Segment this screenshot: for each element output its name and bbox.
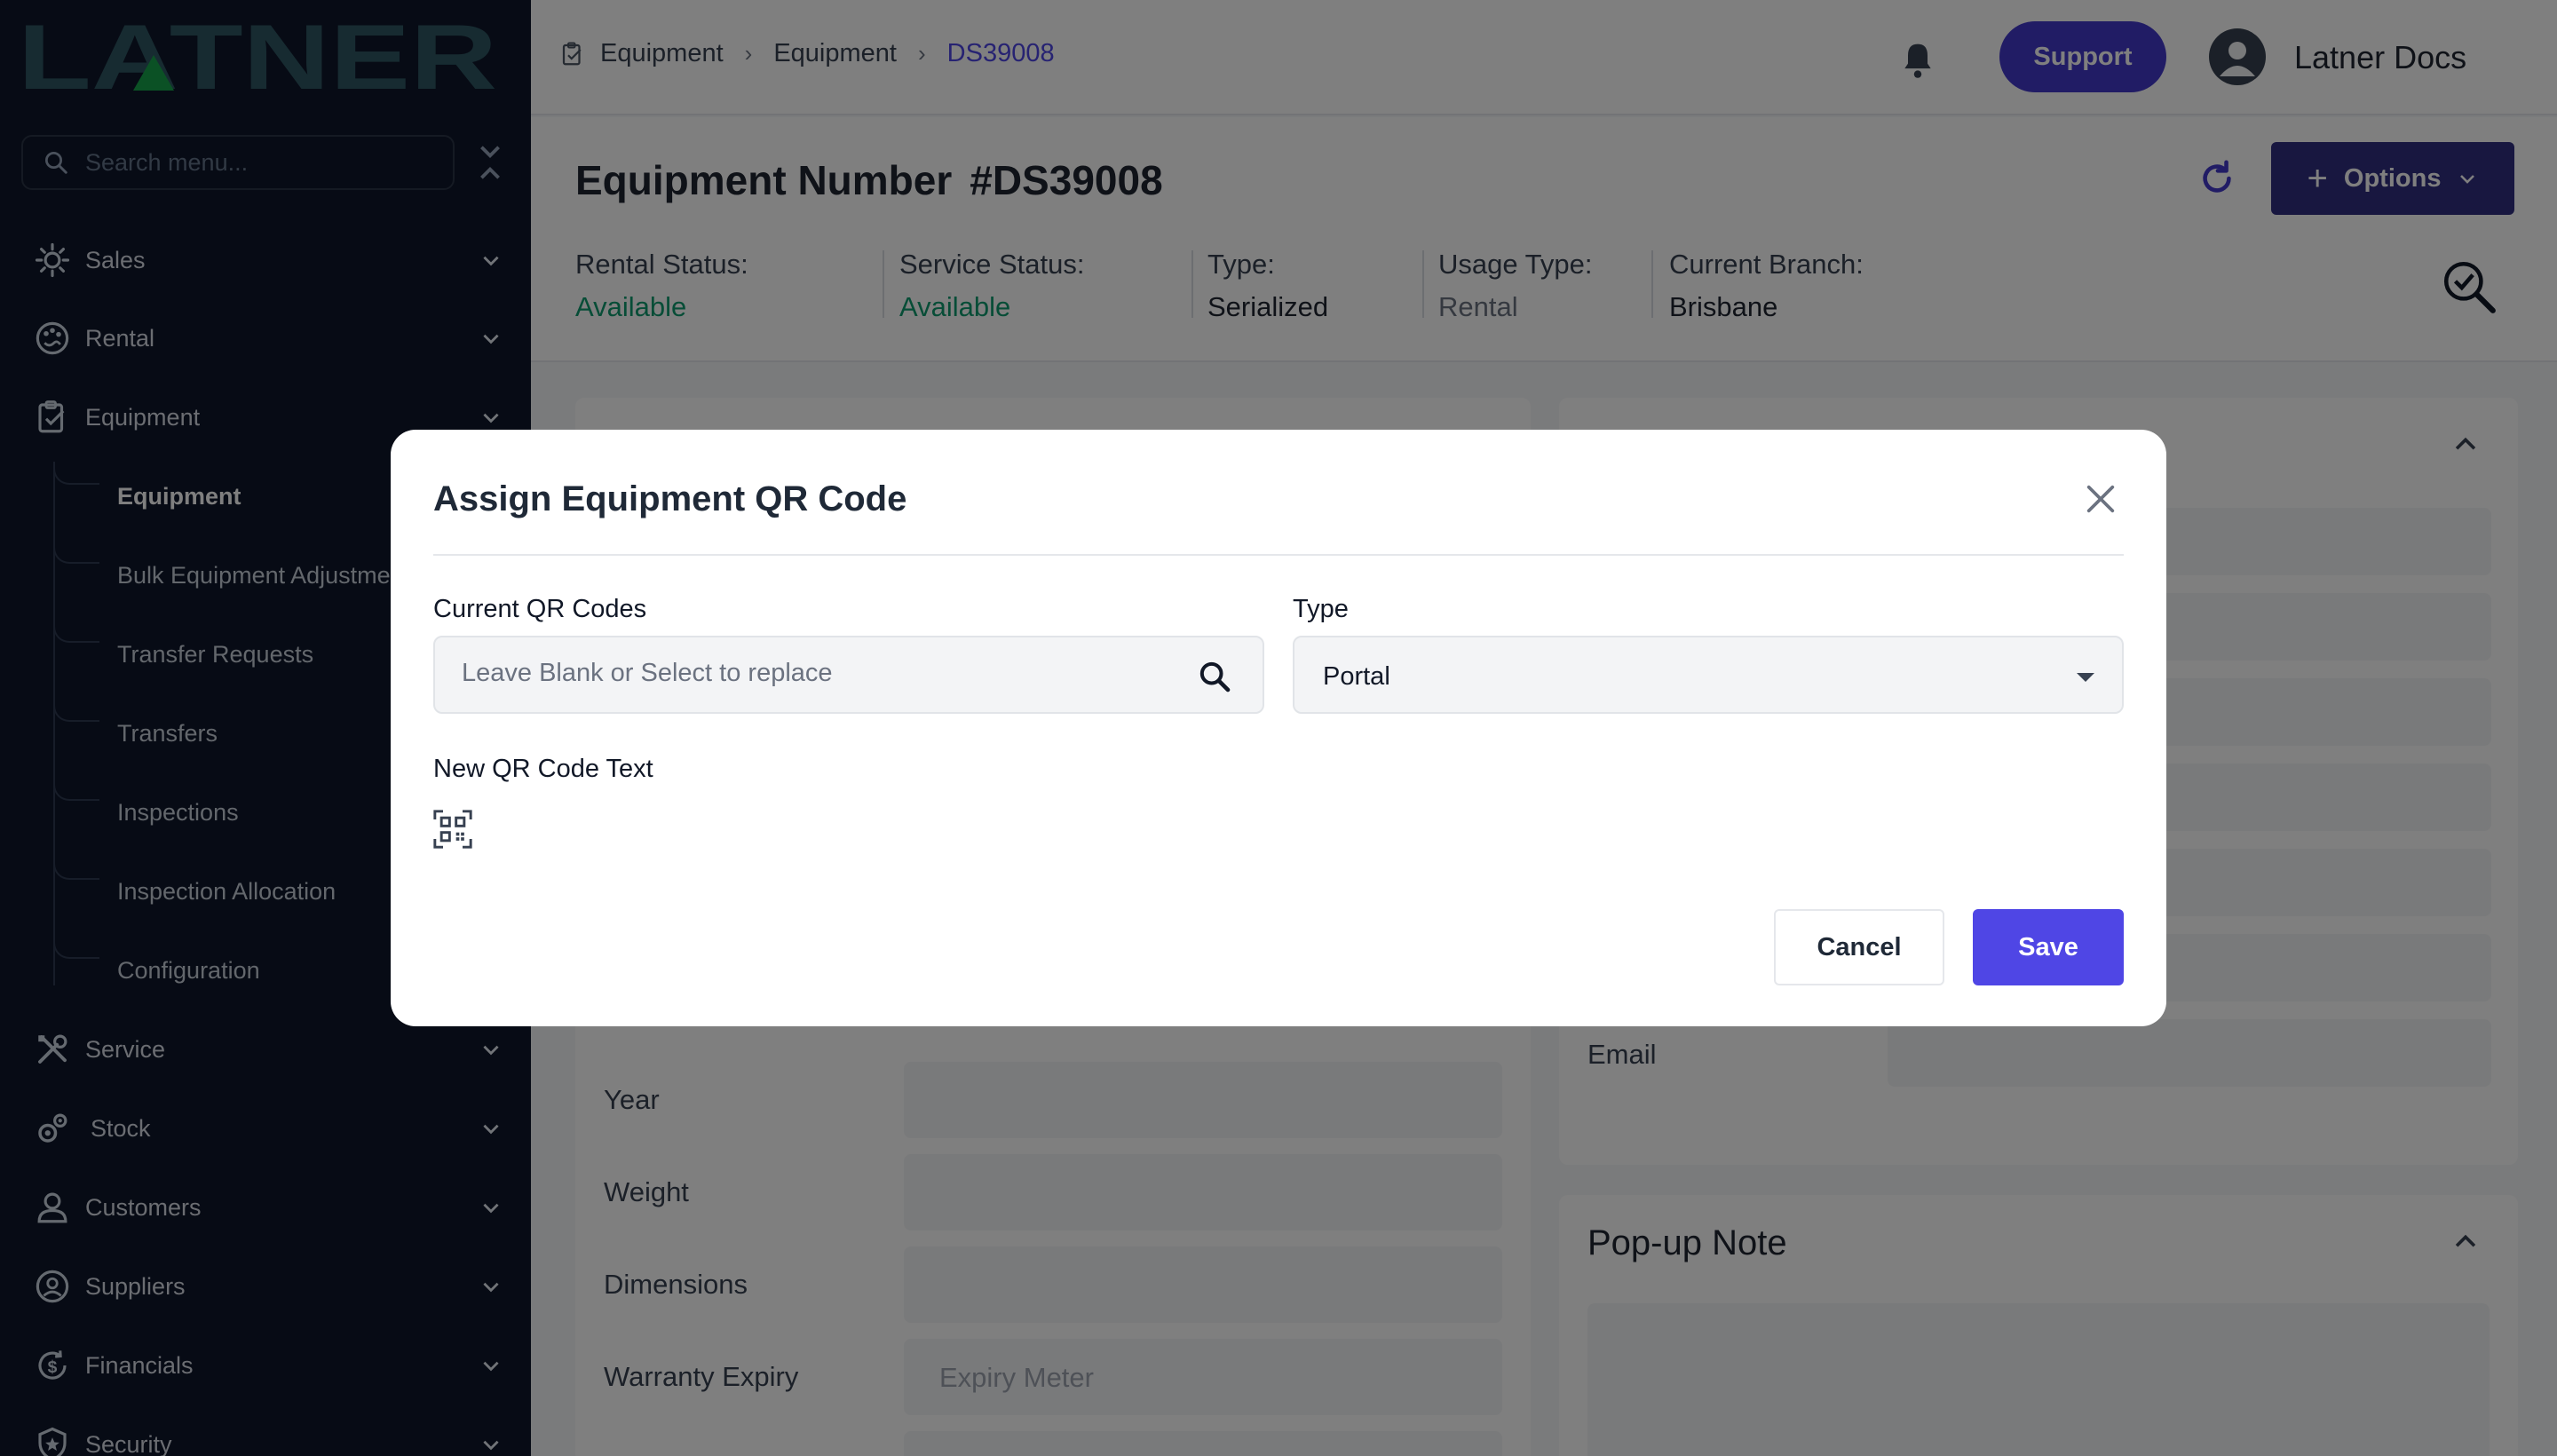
search-icon[interactable]	[1197, 659, 1232, 694]
cancel-button[interactable]: Cancel	[1774, 909, 1944, 985]
assign-qr-modal: Assign Equipment QR Code Current QR Code…	[391, 430, 2166, 1026]
save-button[interactable]: Save	[1973, 909, 2124, 985]
divider	[433, 554, 2124, 556]
new-qr-label: New QR Code Text	[433, 755, 653, 783]
current-qr-label: Current QR Codes	[433, 595, 647, 623]
close-icon[interactable]	[2083, 481, 2118, 517]
type-select-value: Portal	[1323, 662, 1390, 691]
current-qr-field[interactable]	[433, 636, 1264, 714]
type-label: Type	[1293, 595, 1349, 623]
qr-code-icon[interactable]	[433, 810, 472, 849]
current-qr-input[interactable]	[462, 659, 1172, 688]
type-select[interactable]: Portal	[1293, 636, 2124, 714]
caret-down-icon	[2077, 673, 2094, 682]
modal-title: Assign Equipment QR Code	[433, 479, 907, 518]
